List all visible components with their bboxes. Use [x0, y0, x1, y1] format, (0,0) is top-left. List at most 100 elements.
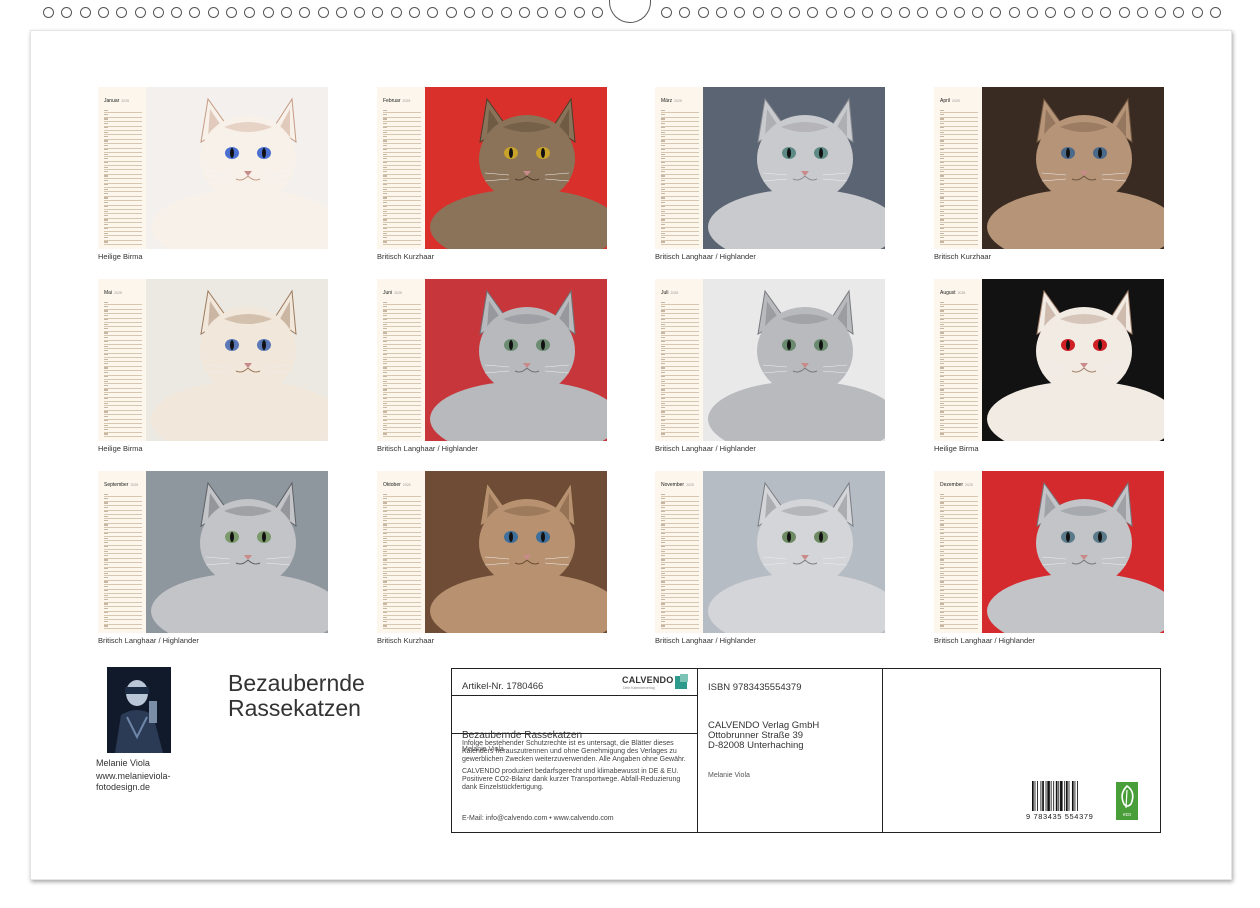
legal-paragraph-1: Infolge bestehender Schutzrechte ist es …	[462, 740, 686, 763]
leaf-icon	[1121, 784, 1134, 809]
barcode-bar	[1053, 781, 1055, 811]
binding-ring	[715, 7, 727, 18]
author-website[interactable]: www.melanieviola-fotodesign.de	[96, 771, 191, 793]
month-oktober: Oktober 2025 Britisch Kurzhaar	[377, 471, 607, 651]
cat-photo	[425, 87, 607, 249]
day-lines	[661, 493, 699, 630]
day-line	[661, 433, 699, 438]
binding-ring	[592, 7, 603, 18]
binding-ring	[862, 7, 874, 18]
month-name-text: Juli	[661, 290, 669, 296]
binding-ring	[482, 7, 494, 18]
barcode-bar	[1032, 781, 1034, 811]
barcode-bar	[1034, 781, 1036, 811]
cat-photo	[425, 471, 607, 633]
book-row: Bezaubernde Rassekatzen Melanie Viola	[452, 696, 697, 753]
month-name: Januar 2025	[104, 98, 129, 104]
month-year: 2025	[670, 291, 679, 295]
breed-caption: Heilige Birma	[98, 252, 143, 261]
day-lines	[383, 493, 421, 630]
day-lines	[940, 301, 978, 438]
day-line	[104, 433, 142, 438]
binding-ring	[61, 7, 73, 18]
wire-binding	[0, 0, 1260, 23]
logo-icon-accent	[680, 674, 688, 682]
month-year: 2025	[394, 291, 402, 295]
publisher-author: Melanie Viola	[708, 772, 750, 779]
breed-caption: Britisch Langhaar / Highlander	[655, 252, 756, 261]
month-calendar-grid: April 2025	[934, 87, 982, 249]
breed-caption: Britisch Kurzhaar	[377, 636, 435, 645]
binding-ring	[1210, 7, 1221, 18]
barcode-bar	[1068, 781, 1070, 811]
binding-ring	[116, 7, 128, 18]
publisher-city: D-82008 Unterhaching	[708, 740, 804, 751]
barcode-bar	[1047, 781, 1050, 811]
month-calendar-grid: Oktober 2025	[377, 471, 425, 633]
binding-ring	[661, 7, 672, 18]
breed-caption: Britisch Langhaar / Highlander	[98, 636, 199, 645]
month-name-text: Juni	[383, 290, 393, 296]
binding-ring	[463, 7, 475, 18]
binding-ring	[79, 7, 91, 18]
binding-ring	[537, 7, 549, 18]
binding-ring	[317, 7, 329, 18]
legal-notice: Infolge bestehender Schutzrechte ist es …	[462, 740, 690, 795]
barcode-bar	[1050, 781, 1052, 811]
title-line-2: Rassekatzen	[228, 695, 361, 721]
contact-email[interactable]: E-Mail: info@calvendo.com • www.calvendo…	[462, 815, 614, 822]
title-line-1: Bezaubernde	[228, 670, 365, 696]
cat-photo	[425, 279, 607, 441]
barcode-bar	[1037, 781, 1038, 811]
month-name: Oktober 2025	[383, 482, 411, 488]
binding-ring	[898, 7, 910, 18]
breed-caption: Britisch Kurzhaar	[377, 252, 435, 261]
month-dezember: Dezember 2025 Britisch Langhaar / Highland…	[934, 471, 1164, 651]
month-name-text: Januar	[104, 98, 120, 104]
breed-caption: Britisch Langhaar / Highlander	[934, 636, 1035, 645]
binding-ring	[1173, 7, 1185, 18]
binding-ring	[500, 7, 512, 18]
breed-caption: Britisch Langhaar / Highlander	[655, 444, 756, 453]
binding-ring	[189, 7, 201, 18]
logo-tagline: Dein Kalenderverlag	[623, 686, 655, 690]
month-year: 2025	[402, 483, 411, 487]
day-lines	[383, 109, 421, 246]
day-line	[661, 241, 699, 246]
binding-ring	[445, 7, 457, 18]
cat-photo	[982, 471, 1164, 633]
binding-ring	[409, 7, 420, 18]
binding-ring	[244, 7, 256, 18]
article-row: Artikel-Nr. 1780466 CALVENDO Dein Kalend…	[452, 669, 697, 696]
day-line	[383, 433, 421, 438]
month-calendar-grid: November 2025	[655, 471, 703, 633]
barcode-bar	[1077, 781, 1078, 811]
publisher-address: CALVENDO Verlag GmbH Ottobrunner Straße …	[708, 721, 819, 751]
month-year: 2025	[114, 291, 122, 295]
day-line	[940, 433, 978, 438]
barcode: 9 783435 554379	[1026, 781, 1096, 821]
binding-ring	[390, 7, 402, 18]
month-calendar-grid: März 2025	[655, 87, 703, 249]
day-lines	[104, 493, 142, 630]
month-year: 2025	[121, 99, 130, 103]
binding-ring	[372, 7, 384, 18]
author-photo	[107, 667, 171, 753]
month-name-text: März	[661, 98, 673, 104]
binding-ring	[880, 7, 892, 18]
binding-ring	[280, 7, 292, 18]
cat-photo	[703, 471, 885, 633]
binding-ring	[354, 7, 366, 18]
cat-photo	[703, 279, 885, 441]
month-name-text: Mai	[104, 290, 113, 296]
binding-ring	[990, 7, 1002, 18]
calvendo-logo: CALVENDO Dein Kalenderverlag	[622, 674, 692, 692]
month-august: August 2025 Heilige Birma	[934, 279, 1164, 459]
day-line	[104, 241, 142, 246]
binding-ring	[226, 7, 237, 18]
binding-ring	[1100, 7, 1112, 18]
month-november: November 2025 Britisch Langhaar / Highland…	[655, 471, 885, 651]
month-name: November 2025	[661, 482, 694, 488]
binding-ring	[770, 7, 782, 18]
cat-photo	[703, 87, 885, 249]
